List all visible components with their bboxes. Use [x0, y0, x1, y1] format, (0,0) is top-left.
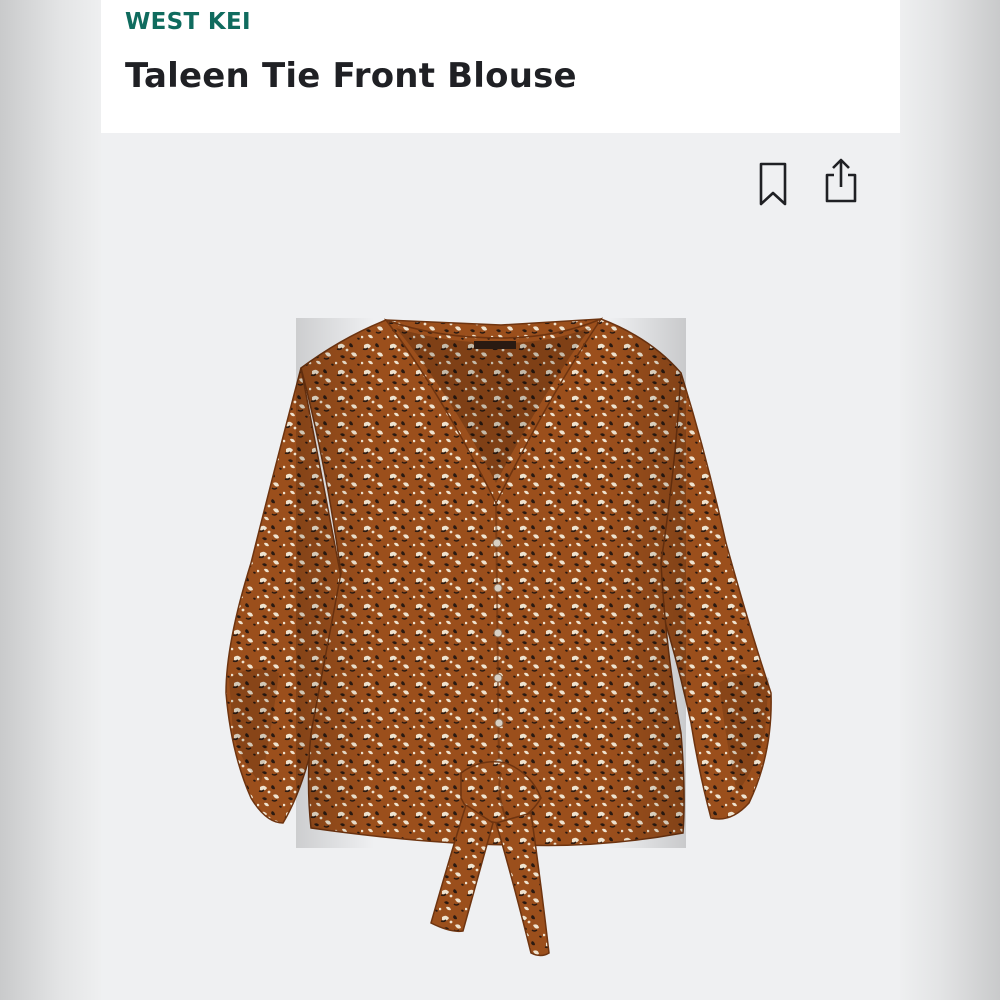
product-header: WEST KEI Taleen Tie Front Blouse [101, 0, 900, 133]
product-image[interactable] [101, 133, 900, 1000]
share-icon[interactable] [821, 157, 861, 205]
bookmark-icon[interactable] [753, 160, 793, 208]
blouse-photo [225, 317, 772, 957]
screen: WEST KEI Taleen Tie Front Blouse [0, 0, 1000, 1000]
product-title: Taleen Tie Front Blouse [125, 56, 577, 96]
brand-name[interactable]: WEST KEI [125, 9, 251, 35]
product-card: WEST KEI Taleen Tie Front Blouse [101, 0, 900, 1000]
